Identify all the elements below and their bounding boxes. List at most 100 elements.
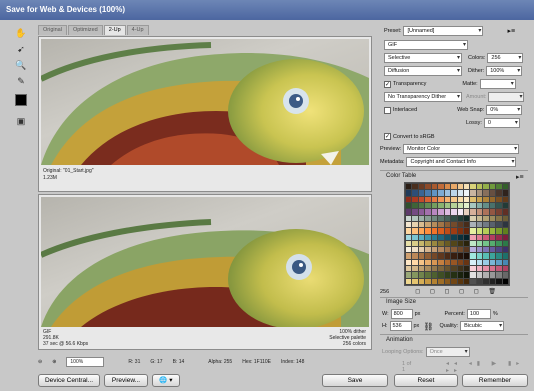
color-swatch[interactable] [496, 209, 502, 215]
color-swatch[interactable] [418, 278, 425, 284]
color-swatch[interactable] [412, 190, 418, 196]
color-swatch[interactable] [438, 209, 444, 215]
color-swatch[interactable] [489, 221, 496, 228]
color-swatch[interactable] [470, 190, 476, 196]
dither-algorithm-select[interactable]: Diffusion [384, 66, 462, 76]
color-swatch[interactable] [489, 215, 496, 221]
color-swatch[interactable] [451, 190, 457, 196]
color-swatch[interactable] [412, 234, 418, 240]
color-swatch[interactable] [483, 259, 489, 266]
metadata-select[interactable]: Copyright and Contact Info [406, 157, 517, 167]
color-swatch[interactable] [425, 190, 431, 196]
color-swatch[interactable] [418, 266, 425, 272]
color-swatch[interactable] [496, 240, 502, 247]
color-swatch[interactable] [425, 209, 431, 215]
color-swatch[interactable] [483, 247, 489, 253]
color-swatch[interactable] [425, 228, 431, 234]
color-swatch[interactable] [451, 266, 457, 272]
color-swatch[interactable] [502, 272, 508, 278]
color-swatch[interactable] [463, 272, 470, 278]
save-button[interactable]: Save [322, 374, 388, 387]
color-swatch[interactable] [412, 196, 418, 202]
color-swatch[interactable] [489, 202, 496, 209]
color-swatch[interactable] [431, 266, 438, 272]
color-swatch[interactable] [444, 253, 451, 259]
color-swatch[interactable] [502, 228, 508, 234]
color-swatch[interactable] [463, 184, 470, 190]
color-swatch[interactable] [476, 228, 483, 234]
color-swatch[interactable] [406, 253, 412, 259]
color-swatch[interactable] [496, 259, 502, 266]
color-swatch[interactable] [431, 234, 438, 240]
color-swatch[interactable] [463, 215, 470, 221]
color-swatch[interactable] [502, 221, 508, 228]
color-swatch[interactable] [412, 259, 418, 266]
color-swatch[interactable] [418, 221, 425, 228]
websnap-select[interactable]: 0% [486, 105, 523, 115]
color-swatch[interactable] [438, 228, 444, 234]
color-swatch[interactable] [438, 272, 444, 278]
color-swatch[interactable] [457, 234, 463, 240]
color-swatch[interactable] [483, 253, 489, 259]
color-swatch[interactable] [476, 221, 483, 228]
color-swatch[interactable] [457, 228, 463, 234]
color-swatch[interactable] [418, 228, 425, 234]
settings-menu-icon[interactable]: ▸≡ [507, 27, 515, 35]
color-swatch[interactable] [406, 234, 412, 240]
color-swatch[interactable] [438, 266, 444, 272]
color-swatch[interactable] [489, 253, 496, 259]
color-swatch[interactable] [489, 278, 496, 284]
height-input[interactable]: 536 [389, 321, 412, 331]
color-swatch[interactable] [444, 190, 451, 196]
optimized-image[interactable] [41, 197, 369, 327]
color-swatch[interactable] [476, 215, 483, 221]
color-swatch[interactable] [438, 190, 444, 196]
color-swatch[interactable] [425, 240, 431, 247]
zoom-in-icon[interactable]: ⊕ [52, 359, 56, 365]
color-swatch[interactable] [476, 272, 483, 278]
matte-select[interactable] [479, 79, 516, 89]
color-swatch[interactable] [476, 234, 483, 240]
color-swatch[interactable] [425, 247, 431, 253]
color-swatch[interactable] [483, 234, 489, 240]
constrain-proportions-icon[interactable]: ⛓ [423, 322, 433, 331]
color-swatch[interactable] [489, 259, 496, 266]
color-swatch[interactable] [406, 228, 412, 234]
color-swatch[interactable] [425, 221, 431, 228]
color-swatch[interactable] [502, 190, 508, 196]
color-swatch[interactable] [496, 190, 502, 196]
color-swatch[interactable] [418, 184, 425, 190]
color-swatch[interactable] [438, 234, 444, 240]
color-swatch[interactable] [502, 209, 508, 215]
color-swatch[interactable] [483, 202, 489, 209]
colors-select[interactable]: 256 [487, 53, 524, 63]
color-swatch[interactable] [451, 215, 457, 221]
color-swatch[interactable] [476, 240, 483, 247]
color-swatch[interactable] [412, 247, 418, 253]
color-swatch[interactable] [489, 209, 496, 215]
zoom-tool-icon[interactable]: 🔍 [14, 58, 28, 72]
color-swatch[interactable] [444, 272, 451, 278]
color-swatch[interactable] [489, 272, 496, 278]
transparency-dither-select[interactable]: No Transparency Dither [384, 92, 462, 102]
color-swatch[interactable] [463, 259, 470, 266]
color-swatch[interactable] [470, 196, 476, 202]
color-swatch[interactable] [444, 266, 451, 272]
color-swatch[interactable] [431, 215, 438, 221]
color-swatch[interactable] [470, 202, 476, 209]
device-central-button[interactable]: Device Central... [38, 374, 100, 387]
color-swatch[interactable] [406, 196, 412, 202]
color-swatch[interactable] [457, 221, 463, 228]
color-swatch[interactable] [451, 234, 457, 240]
color-swatch[interactable] [418, 272, 425, 278]
eyedropper-tool-icon[interactable]: ✎ [14, 74, 28, 88]
color-swatch[interactable] [476, 278, 483, 284]
color-table-grid[interactable] [404, 182, 510, 286]
color-swatch[interactable] [457, 209, 463, 215]
color-swatch[interactable] [418, 196, 425, 202]
color-swatch[interactable] [502, 259, 508, 266]
color-swatch[interactable] [457, 253, 463, 259]
color-swatch[interactable] [444, 278, 451, 284]
color-swatch[interactable] [502, 253, 508, 259]
color-swatch[interactable] [438, 240, 444, 247]
